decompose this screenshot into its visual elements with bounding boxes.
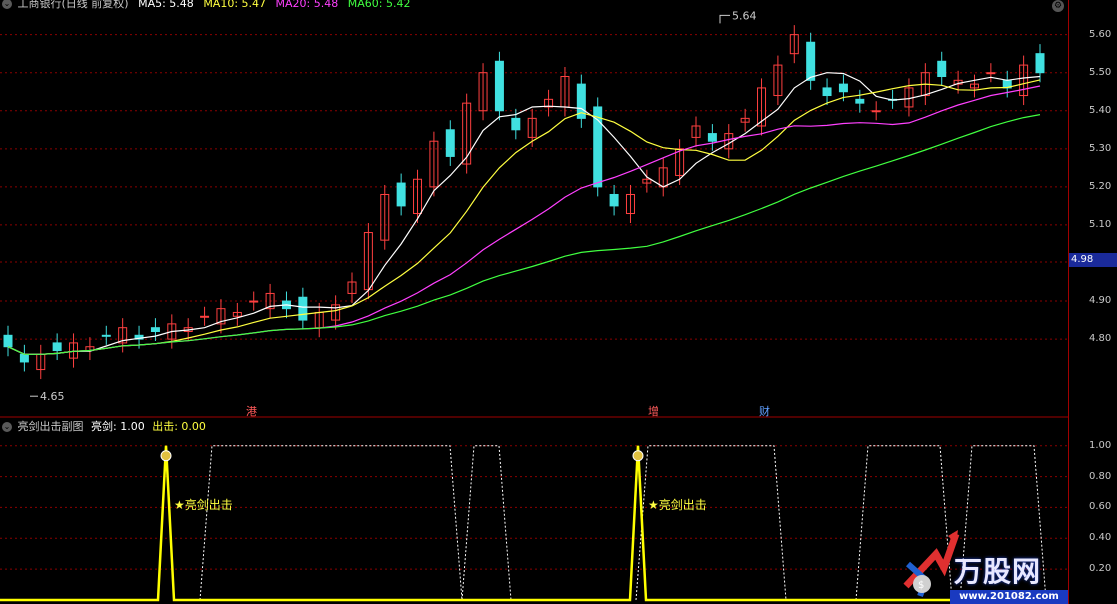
liangjian-value: 亮剑: 1.00: [91, 420, 145, 433]
current-price-marker: 4.98: [1069, 253, 1117, 267]
ma10-value: MA10: 5.47: [203, 0, 267, 10]
price-panel[interactable]: 5.64 4.65 ⌄ 工商银行(日线 前复权) MA5: 5.48 MA10: …: [0, 0, 1068, 418]
price-chart[interactable]: 5.64 4.65: [0, 0, 1068, 418]
money-bag-icon: [160, 450, 172, 462]
indicator-tick-label: 0.80: [1089, 470, 1112, 482]
candle-down: [52, 342, 62, 352]
settings-icon[interactable]: ⚙: [1052, 0, 1064, 12]
candle-up: [249, 300, 259, 303]
candle-down: [150, 327, 160, 332]
price-tick-label: 5.40: [1089, 104, 1112, 116]
candle-down: [396, 182, 406, 207]
event-tag-finance[interactable]: 财: [759, 403, 770, 419]
candle-down: [855, 98, 865, 104]
stock-chart-app: 5.64 4.65 ⌄ 工商银行(日线 前复权) MA5: 5.48 MA10: …: [0, 0, 1117, 604]
candle-down: [101, 334, 111, 337]
ma60-line: [7, 114, 1041, 355]
chuji-line: [0, 445, 1040, 602]
candle-down: [707, 133, 717, 142]
ma10-line: [7, 79, 1041, 355]
candle-down: [19, 353, 29, 363]
price-tick-label: 5.50: [1089, 66, 1112, 78]
price-tick-label: 4.80: [1089, 333, 1112, 345]
high-label: 5.64: [732, 9, 757, 22]
candle-down: [3, 334, 13, 348]
candle-up: [986, 72, 996, 75]
signal-label-1: ★亮剑出击: [174, 498, 233, 512]
ma20-line: [7, 85, 1041, 355]
candle-down: [298, 296, 308, 321]
event-tag-add[interactable]: 增: [648, 403, 659, 419]
collapse-icon[interactable]: ⌄: [2, 0, 12, 9]
candle-down: [937, 60, 947, 78]
candle-down: [445, 129, 455, 157]
brand-logo: $ 万股网 www.201082.com: [896, 524, 1068, 604]
candle-down: [822, 87, 832, 97]
collapse-icon[interactable]: ⌄: [2, 422, 12, 432]
candle-down: [1035, 53, 1045, 74]
event-tag-hk[interactable]: 港: [246, 403, 257, 419]
price-axis: 5.60 5.50 5.40 5.30 5.20 5.10 4.90 4.80 4.98 1.…: [1068, 0, 1117, 604]
indicator-panel[interactable]: ⌄ 亮剑出击副图 亮剑: 1.00 出击: 0.00 ★亮剑出击 ★亮剑出击 $…: [0, 418, 1068, 604]
ma60-value: MA60: 5.42: [347, 0, 411, 10]
indicator-header: ⌄ 亮剑出击副图 亮剑: 1.00 出击: 0.00: [2, 420, 206, 433]
ma5-value: MA5: 5.48: [138, 0, 194, 10]
price-tick-label: 5.10: [1089, 218, 1112, 230]
candle-up: [871, 110, 881, 113]
candle-down: [838, 83, 848, 93]
price-tick-label: 5.30: [1089, 142, 1112, 154]
brand-name: 万股网: [954, 555, 1042, 588]
price-header: ⌄ 工商银行(日线 前复权) MA5: 5.48 MA10: 5.47 MA20…: [2, 0, 410, 10]
indicator-tick-label: 0.40: [1089, 532, 1112, 544]
ma5-line: [7, 72, 1041, 355]
price-tick-label: 5.60: [1089, 28, 1112, 40]
indicator-tick-label: 0.60: [1089, 501, 1112, 513]
low-label: 4.65: [40, 390, 65, 403]
price-tick-label: 5.20: [1089, 180, 1112, 192]
indicator-title: 亮剑出击副图: [17, 420, 84, 433]
indicator-tick-label: 1.00: [1089, 439, 1112, 451]
candle-down: [806, 41, 816, 81]
candle-down: [511, 117, 521, 131]
signal-label-2: ★亮剑出击: [648, 498, 707, 512]
candle-up: [200, 315, 210, 318]
chuji-value: 出击: 0.00: [152, 420, 206, 433]
candle-down: [593, 106, 603, 188]
candle-down: [609, 193, 619, 207]
svg-text:$: $: [918, 580, 924, 591]
money-bag-icon: [632, 450, 644, 462]
price-tick-label: 4.90: [1089, 295, 1112, 307]
indicator-tick-label: 0.20: [1089, 563, 1112, 575]
candle-down: [494, 60, 504, 112]
stock-title: 工商银行(日线 前复权): [17, 0, 129, 10]
brand-url: www.201082.com: [950, 590, 1068, 604]
ma20-value: MA20: 5.48: [275, 0, 339, 10]
high-marker-line: [719, 14, 730, 24]
